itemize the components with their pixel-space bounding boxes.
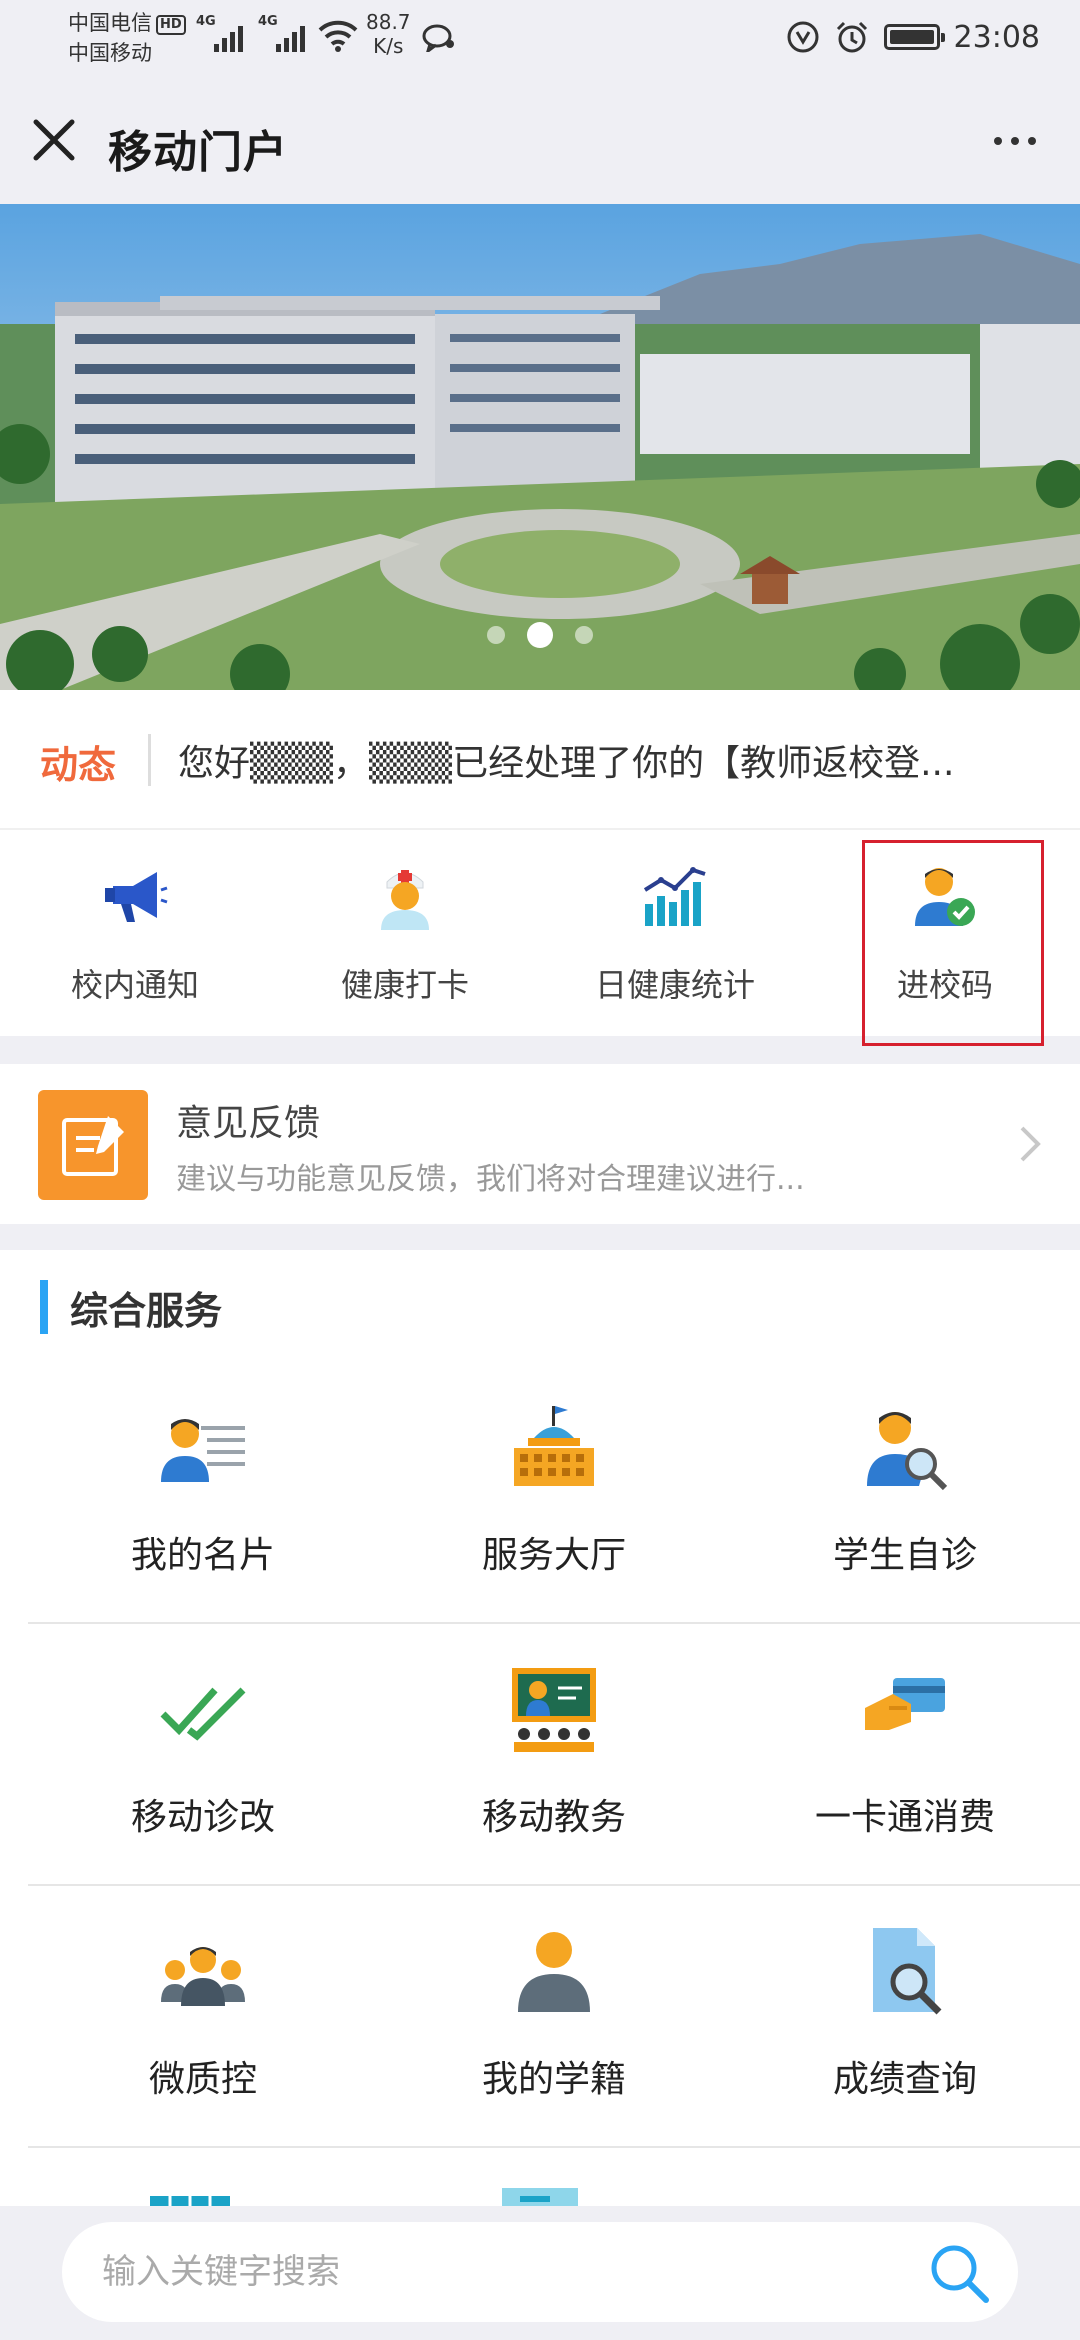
- service-row: 移动诊改 移动教务 一卡通消费: [28, 1624, 1080, 1886]
- megaphone-icon: [105, 872, 168, 922]
- more-options-button[interactable]: [980, 116, 1050, 166]
- network-type: 4G: [196, 14, 216, 29]
- quick-item-label: 健康打卡: [340, 966, 469, 1004]
- section-heading: 综合服务: [40, 1280, 222, 1334]
- hall-building-icon: [514, 1406, 594, 1486]
- service-label: 成绩查询: [832, 2059, 977, 2100]
- double-check-icon: [160, 1687, 246, 1741]
- ticker-tag: 动态: [40, 743, 117, 787]
- news-ticker[interactable]: 动态 您好▒▒▒，▒▒▒已经处理了你的【教师返校登...: [0, 690, 1080, 828]
- data-saver-icon: [787, 21, 819, 53]
- student-search-icon: [867, 1412, 948, 1491]
- alarm-icon: [836, 21, 867, 53]
- service-mobile-academic-affairs[interactable]: 移动教务: [379, 1624, 729, 1886]
- navigation-bar: 移动门户: [0, 78, 1080, 204]
- carrier-2: 中国移动: [68, 41, 152, 65]
- signal-icon: 4G: [196, 14, 243, 52]
- close-icon[interactable]: [24, 110, 84, 170]
- ticker-message[interactable]: 您好▒▒▒，▒▒▒已经处理了你的【教师返校登...: [178, 734, 1048, 786]
- service-mobile-diagnosis-improvement[interactable]: 移动诊改: [28, 1624, 378, 1886]
- search-box[interactable]: [62, 2222, 1018, 2322]
- dot-icon: [1011, 137, 1019, 145]
- dot-icon: [1028, 137, 1036, 145]
- highlight-box: [862, 840, 1044, 1046]
- service-label: 微质控: [148, 2059, 257, 2100]
- service-grade-query[interactable]: 成绩查询: [730, 1886, 1080, 2148]
- nurse-icon: [381, 870, 429, 930]
- network-type: 4G: [258, 14, 278, 29]
- document-search-icon: [873, 1928, 942, 2015]
- service-student-self-diagnosis[interactable]: 学生自诊: [730, 1362, 1080, 1624]
- service-my-student-status[interactable]: 我的学籍: [379, 1886, 729, 2148]
- carousel-dot-active[interactable]: [527, 622, 553, 648]
- section-title: 综合服务: [70, 1288, 223, 1333]
- speed-unit: K/s: [373, 34, 404, 58]
- status-bar: 中国电信 HD 中国移动 4G 4G 88.7 K/s 23:08: [0, 0, 1080, 78]
- battery-icon: [883, 24, 945, 50]
- wifi-icon: [318, 20, 358, 52]
- teacher-board-icon: [512, 1668, 596, 1752]
- service-service-hall[interactable]: 服务大厅: [379, 1362, 729, 1624]
- feedback-card[interactable]: 意见反馈 建议与功能意见反馈，我们将对合理建议进行...: [0, 1064, 1080, 1224]
- carousel-dot[interactable]: [487, 626, 505, 644]
- quick-item-notice[interactable]: 校内通知: [0, 830, 270, 1038]
- status-right: 23:08: [786, 14, 1040, 60]
- search-input[interactable]: [102, 2244, 862, 2300]
- business-card-icon: [161, 1419, 245, 1482]
- divider: [148, 734, 151, 786]
- person-icon: [518, 1932, 590, 2012]
- service-label: 移动教务: [481, 1797, 626, 1838]
- quick-item-label: 校内通知: [70, 966, 199, 1004]
- dot-icon: [994, 137, 1002, 145]
- chevron-right-icon: [1020, 1126, 1041, 1162]
- service-label: 我的名片: [130, 1535, 275, 1576]
- message-notification-icon: [422, 24, 454, 52]
- service-label: 学生自诊: [832, 1535, 977, 1576]
- heading-accent-bar: [40, 1280, 48, 1334]
- service-label: 我的学籍: [481, 2059, 626, 2100]
- feedback-description: 建议与功能意见反馈，我们将对合理建议进行...: [176, 1162, 805, 1197]
- campus-banner-image: [0, 204, 1080, 690]
- carrier-1: 中国电信: [68, 11, 152, 35]
- carousel-dot[interactable]: [575, 626, 593, 644]
- feedback-title: 意见反馈: [176, 1103, 321, 1144]
- carrier-info: 中国电信 HD 中国移动: [68, 8, 186, 68]
- hd-badge: HD: [156, 15, 186, 35]
- network-speed: 88.7 K/s: [366, 10, 411, 58]
- speed-value: 88.7: [366, 10, 411, 34]
- service-label: 一卡通消费: [814, 1797, 995, 1838]
- quick-item-daily-health-stats[interactable]: 日健康统计: [540, 830, 810, 1038]
- page-title: 移动门户: [108, 127, 288, 178]
- service-row: 微质控 我的学籍 成绩查询: [28, 1886, 1080, 2148]
- service-micro-quality-control[interactable]: 微质控: [28, 1886, 378, 2148]
- banner-carousel[interactable]: [0, 204, 1080, 690]
- service-campus-card-spending[interactable]: 一卡通消费: [730, 1624, 1080, 1886]
- service-my-card[interactable]: 我的名片: [28, 1362, 378, 1624]
- carousel-indicator: [0, 622, 1080, 648]
- service-row: 我的名片 服务大厅 学生自诊: [28, 1362, 1080, 1624]
- card-payment-icon: [865, 1678, 945, 1730]
- signal-icon: 4G: [258, 14, 305, 52]
- bar-chart-icon: [643, 867, 706, 926]
- mobile-portal-page: 中国电信 HD 中国移动 4G 4G 88.7 K/s 23:08 移动门户 动…: [0, 0, 1080, 2340]
- group-icon: [161, 1947, 245, 2006]
- clock: 23:08: [953, 19, 1040, 55]
- search-icon[interactable]: [926, 2240, 992, 2306]
- service-label: 移动诊改: [130, 1797, 275, 1838]
- service-label: 服务大厅: [481, 1535, 626, 1576]
- quick-item-label: 日健康统计: [594, 966, 755, 1004]
- feedback-icon: [38, 1090, 148, 1200]
- quick-item-health-checkin[interactable]: 健康打卡: [270, 830, 540, 1038]
- bottom-search-bar: [0, 2206, 1080, 2340]
- services-section: 综合服务 我的名片 服务大厅 学生自诊 移动诊改 移动教务 一卡通消费 微质控 …: [0, 1250, 1080, 2340]
